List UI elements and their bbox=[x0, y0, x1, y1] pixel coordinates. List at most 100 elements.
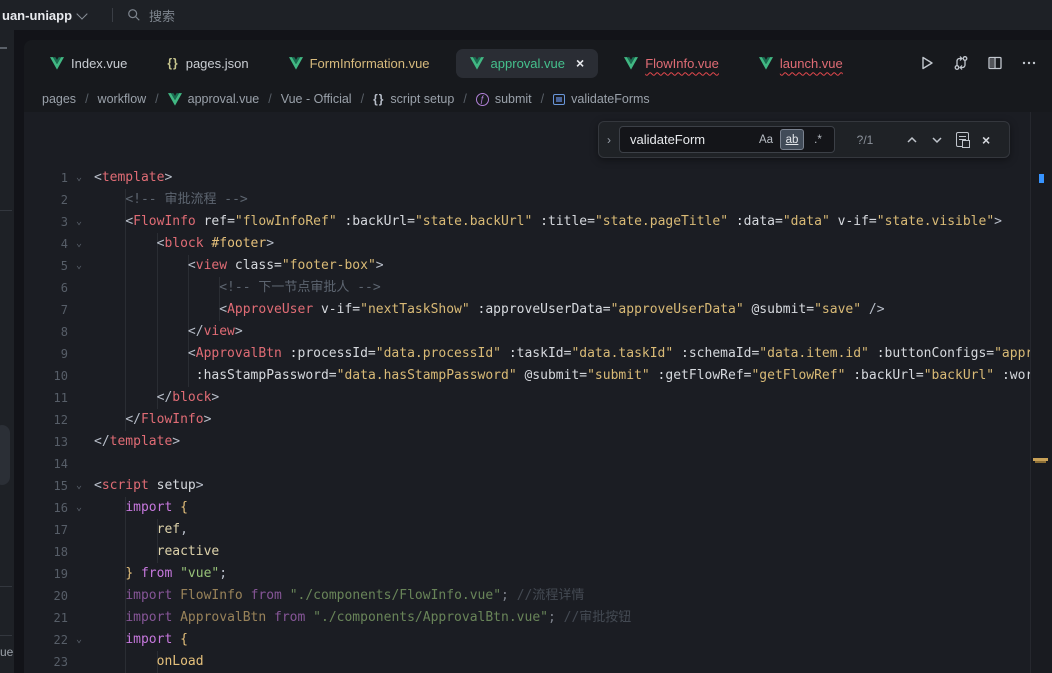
regex-button[interactable]: .* bbox=[806, 129, 830, 150]
tab-flowinfo-vue[interactable]: FlowInfo.vue bbox=[610, 49, 733, 78]
code-line[interactable]: 21 import ApprovalBtn from "./components… bbox=[24, 607, 1052, 629]
compare-changes-icon bbox=[952, 54, 970, 72]
previous-match-icon[interactable] bbox=[906, 134, 918, 146]
line-number[interactable]: 13 bbox=[24, 431, 68, 453]
find-match-count: ?/1 bbox=[851, 133, 879, 147]
code-line[interactable]: 4⌄ <block #footer> bbox=[24, 233, 1052, 255]
breadcrumb-item-vue-official[interactable]: Vue - Official bbox=[281, 92, 352, 106]
breadcrumb-item-workflow[interactable]: workflow bbox=[98, 92, 147, 106]
tab-label: pages.json bbox=[186, 56, 249, 71]
line-number[interactable]: 8 bbox=[24, 321, 68, 343]
line-number[interactable]: 2 bbox=[24, 189, 68, 211]
tab-forminformation-vue[interactable]: FormInformation.vue bbox=[275, 49, 444, 78]
find-input[interactable] bbox=[630, 132, 752, 147]
fold-chevron-icon[interactable]: ⌄ bbox=[76, 475, 90, 497]
line-number[interactable]: 1 bbox=[24, 167, 68, 189]
match-case-button[interactable]: Aa bbox=[754, 129, 778, 150]
code-text: onLoad bbox=[94, 651, 204, 673]
line-number[interactable]: 9 bbox=[24, 343, 68, 365]
toggle-replace-icon[interactable]: › bbox=[607, 133, 611, 147]
line-number[interactable]: 17 bbox=[24, 519, 68, 541]
breadcrumb-item-validateforms[interactable]: validateForms bbox=[553, 92, 650, 106]
line-number[interactable]: 23 bbox=[24, 651, 68, 673]
line-number[interactable]: 14 bbox=[24, 453, 68, 475]
line-number[interactable]: 20 bbox=[24, 585, 68, 607]
next-match-icon[interactable] bbox=[931, 134, 943, 146]
code-line[interactable]: 18 reactive bbox=[24, 541, 1052, 563]
line-number[interactable]: 5 bbox=[24, 255, 68, 277]
run-button[interactable] bbox=[918, 54, 936, 72]
code-line[interactable]: 10 :hasStampPassword="data.hasStampPassw… bbox=[24, 365, 1052, 387]
code-line[interactable]: 6 <!-- 下一节点审批人 --> bbox=[24, 277, 1052, 299]
fold-chevron-icon[interactable]: ⌄ bbox=[76, 167, 90, 189]
panel-fragment bbox=[0, 47, 7, 49]
close-find-icon[interactable]: × bbox=[982, 132, 990, 148]
code-line[interactable]: 23 onLoad bbox=[24, 651, 1052, 673]
code-line[interactable]: 8 </view> bbox=[24, 321, 1052, 343]
vue-icon bbox=[624, 57, 638, 70]
code-line[interactable]: 7 <ApproveUser v-if="nextTaskShow" :appr… bbox=[24, 299, 1052, 321]
code-editor[interactable]: 1⌄<template>2 <!-- 审批流程 -->3⌄ <FlowInfo … bbox=[24, 112, 1052, 673]
breadcrumb-item-approval-vue[interactable]: approval.vue bbox=[168, 92, 260, 106]
breadcrumb-item-pages[interactable]: pages bbox=[42, 92, 76, 106]
code-line[interactable]: 9 <ApprovalBtn :processId="data.processI… bbox=[24, 343, 1052, 365]
line-number[interactable]: 15 bbox=[24, 475, 68, 497]
tab-bar: Index.vue {}pages.json FormInformation.vue… bbox=[24, 40, 1052, 86]
global-search[interactable]: 搜索 bbox=[127, 6, 175, 25]
breadcrumb-item-script-setup[interactable]: {}script setup bbox=[373, 92, 454, 106]
close-tab-icon[interactable]: × bbox=[576, 56, 584, 70]
panel-scrollbar[interactable] bbox=[0, 425, 10, 485]
code-area[interactable]: 1⌄<template>2 <!-- 审批流程 -->3⌄ <FlowInfo … bbox=[24, 167, 1052, 673]
line-number[interactable]: 7 bbox=[24, 299, 68, 321]
tab-launch-vue[interactable]: launch.vue bbox=[745, 49, 857, 78]
code-text: :hasStampPassword="data.hasStampPassword… bbox=[94, 365, 1052, 387]
code-line[interactable]: 13 </template> bbox=[24, 431, 1052, 453]
line-number[interactable]: 11 bbox=[24, 387, 68, 409]
find-in-selection-icon[interactable] bbox=[956, 132, 969, 147]
line-number[interactable]: 4 bbox=[24, 233, 68, 255]
split-editor-button[interactable] bbox=[986, 54, 1004, 72]
chevron-down-icon bbox=[76, 8, 87, 19]
tab-pages-json[interactable]: {}pages.json bbox=[153, 49, 262, 78]
line-number[interactable]: 12 bbox=[24, 409, 68, 431]
tab-index-vue[interactable]: Index.vue bbox=[36, 49, 141, 78]
line-number[interactable]: 3 bbox=[24, 211, 68, 233]
line-number[interactable]: 16 bbox=[24, 497, 68, 519]
breadcrumb-separator: / bbox=[268, 92, 271, 106]
code-line[interactable]: 1⌄<template> bbox=[24, 167, 1052, 189]
code-text: reactive bbox=[94, 541, 219, 563]
code-line[interactable]: 17 ref, bbox=[24, 519, 1052, 541]
fold-chevron-icon[interactable]: ⌄ bbox=[76, 497, 90, 519]
line-number[interactable]: 6 bbox=[24, 277, 68, 299]
line-number[interactable]: 10 bbox=[24, 365, 68, 387]
code-line[interactable]: 19 } from "vue"; bbox=[24, 563, 1052, 585]
overview-ruler[interactable] bbox=[1030, 112, 1052, 673]
breadcrumb-item-submit[interactable]: ƒsubmit bbox=[476, 92, 532, 106]
fold-chevron-icon[interactable]: ⌄ bbox=[76, 233, 90, 255]
code-line[interactable]: 16⌄ import { bbox=[24, 497, 1052, 519]
code-line[interactable]: 11 </block> bbox=[24, 387, 1052, 409]
code-line[interactable]: 22⌄ import { bbox=[24, 629, 1052, 651]
code-line[interactable]: 12 </FlowInfo> bbox=[24, 409, 1052, 431]
line-number[interactable]: 18 bbox=[24, 541, 68, 563]
code-text: </template> bbox=[94, 431, 180, 453]
code-line[interactable]: 15⌄<script setup> bbox=[24, 475, 1052, 497]
code-line[interactable]: 14 bbox=[24, 453, 1052, 475]
compare-changes-button[interactable] bbox=[952, 54, 970, 72]
code-line[interactable]: 2 <!-- 审批流程 --> bbox=[24, 189, 1052, 211]
line-number[interactable]: 22 bbox=[24, 629, 68, 651]
fold-chevron-icon[interactable]: ⌄ bbox=[76, 255, 90, 277]
symbol-method-icon: ƒ bbox=[476, 93, 489, 106]
fold-chevron-icon[interactable]: ⌄ bbox=[76, 629, 90, 651]
fold-chevron-icon[interactable]: ⌄ bbox=[76, 211, 90, 233]
whole-word-button[interactable]: ab bbox=[780, 129, 804, 150]
code-line[interactable]: 5⌄ <view class="footer-box"> bbox=[24, 255, 1052, 277]
tree-item-fragment[interactable]: ue bbox=[0, 645, 13, 659]
project-selector[interactable]: uan-uniapp bbox=[2, 8, 86, 23]
more-actions-button[interactable] bbox=[1020, 54, 1038, 72]
code-line[interactable]: 3⌄ <FlowInfo ref="flowInfoRef" :backUrl=… bbox=[24, 211, 1052, 233]
tab-approval-vue[interactable]: approval.vue× bbox=[456, 49, 599, 78]
line-number[interactable]: 19 bbox=[24, 563, 68, 585]
code-line[interactable]: 20 import FlowInfo from "./components/Fl… bbox=[24, 585, 1052, 607]
line-number[interactable]: 21 bbox=[24, 607, 68, 629]
